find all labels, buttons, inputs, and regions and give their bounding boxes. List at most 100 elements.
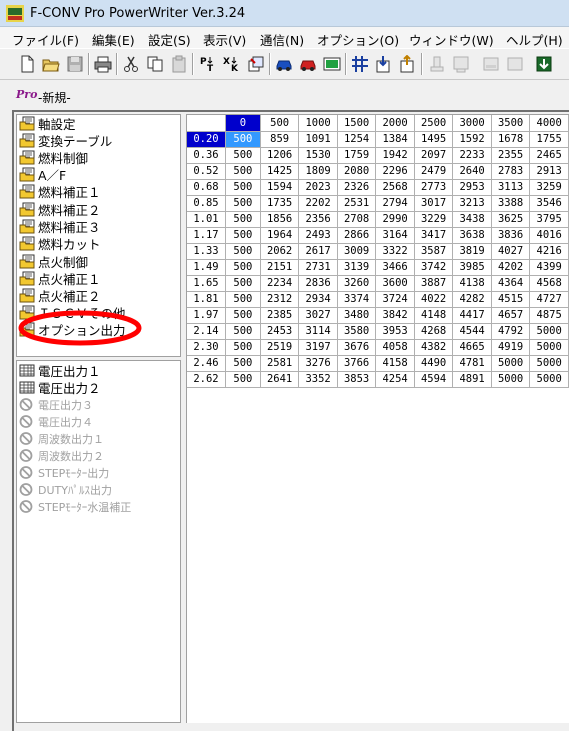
map-column-header[interactable]: 3000 <box>452 115 492 132</box>
map-row-header[interactable]: 2.46 <box>187 355 226 372</box>
map-cell[interactable]: 2990 <box>375 211 415 228</box>
map-cell[interactable]: 1678 <box>491 131 531 148</box>
map-cell[interactable]: 4254 <box>375 371 415 388</box>
map-cell[interactable]: 2453 <box>260 323 300 340</box>
map-cell[interactable]: 3322 <box>375 243 415 260</box>
map-cell[interactable]: 2731 <box>298 259 338 276</box>
map-cell[interactable]: 1942 <box>375 147 415 164</box>
download-icon[interactable] <box>533 53 555 75</box>
map-cell[interactable]: 3114 <box>298 323 338 340</box>
map-cell[interactable]: 3724 <box>375 291 415 308</box>
map-cell[interactable]: 3480 <box>337 307 377 324</box>
map-cell[interactable]: 4138 <box>452 275 492 292</box>
map-cell[interactable]: 2641 <box>260 371 300 388</box>
map-column-header[interactable]: 1500 <box>337 115 377 132</box>
map-row-header[interactable]: 1.97 <box>187 307 226 324</box>
map-cell[interactable]: 2866 <box>337 227 377 244</box>
map-cell[interactable]: 2062 <box>260 243 300 260</box>
map-cell[interactable]: 2568 <box>375 179 415 196</box>
map-cell[interactable]: 1495 <box>414 131 454 148</box>
open-folder-icon[interactable] <box>40 53 62 75</box>
map-cell[interactable]: 2356 <box>298 211 338 228</box>
menu-communication[interactable]: 通信(N) <box>260 30 304 49</box>
flash-write-icon[interactable] <box>373 53 395 75</box>
map-cell[interactable]: 2953 <box>452 179 492 196</box>
map-row-header[interactable]: 0.52 <box>187 163 226 180</box>
save-icon[interactable] <box>64 53 86 75</box>
map-cell[interactable]: 2479 <box>414 163 454 180</box>
car-red-icon[interactable] <box>297 53 319 75</box>
map-cell[interactable]: 2934 <box>298 291 338 308</box>
tree-item[interactable]: 点火補正１ <box>19 270 101 287</box>
map-cell[interactable]: 1592 <box>452 131 492 148</box>
map-cell[interactable]: 4515 <box>491 291 531 308</box>
map-cell[interactable]: 4268 <box>414 323 454 340</box>
map-cell[interactable]: 1594 <box>260 179 300 196</box>
menu-settings[interactable]: 設定(S) <box>148 30 191 49</box>
map-cell[interactable]: 4417 <box>452 307 492 324</box>
output-item[interactable]: 電圧出力２ <box>19 379 101 396</box>
map-cell[interactable]: 2355 <box>491 147 531 164</box>
map-cell[interactable]: 3842 <box>375 307 415 324</box>
tree-item[interactable]: 点火制御 <box>19 253 88 270</box>
map-cell[interactable]: 1206 <box>260 147 300 164</box>
map-cell[interactable]: 1856 <box>260 211 300 228</box>
transfer-icon[interactable] <box>245 53 267 75</box>
map-cell[interactable]: 3027 <box>298 307 338 324</box>
tree-item[interactable]: A／F <box>19 166 66 183</box>
map-cell[interactable]: 500 <box>225 227 261 244</box>
map-cell[interactable]: 500 <box>225 259 261 276</box>
map-cell[interactable]: 4158 <box>375 355 415 372</box>
map-cell[interactable]: 3819 <box>452 243 492 260</box>
map-cell[interactable]: 2097 <box>414 147 454 164</box>
map-cell[interactable]: 3546 <box>529 195 569 212</box>
map-cell[interactable]: 1384 <box>375 131 415 148</box>
map-cell[interactable]: 2233 <box>452 147 492 164</box>
map-cell[interactable]: 1964 <box>260 227 300 244</box>
map-cell[interactable]: 2465 <box>529 147 569 164</box>
map-cell[interactable]: 5000 <box>491 355 531 372</box>
map-cell[interactable]: 3259 <box>529 179 569 196</box>
xk-icon[interactable]: XK <box>221 53 243 75</box>
map-cell[interactable]: 5000 <box>491 371 531 388</box>
map-row-header[interactable]: 2.62 <box>187 371 226 388</box>
map-column-header[interactable]: 2500 <box>414 115 454 132</box>
map-cell[interactable]: 3374 <box>337 291 377 308</box>
map-cell[interactable]: 5000 <box>529 355 569 372</box>
map-cell[interactable]: 2202 <box>298 195 338 212</box>
map-column-header[interactable]: 1000 <box>298 115 338 132</box>
map-cell[interactable]: 2023 <box>298 179 338 196</box>
tree-item[interactable]: 燃料制御 <box>19 149 88 166</box>
menu-edit[interactable]: 編集(E) <box>92 30 135 49</box>
map-row-header[interactable]: 1.65 <box>187 275 226 292</box>
map-cell[interactable]: 2531 <box>337 195 377 212</box>
map-cell[interactable]: 500 <box>225 131 261 148</box>
map-cell[interactable]: 500 <box>225 339 261 356</box>
paste-icon[interactable] <box>168 53 190 75</box>
map-row-header[interactable]: 2.30 <box>187 339 226 356</box>
tree-item[interactable]: 変換テーブル <box>19 132 112 149</box>
map-cell[interactable]: 3276 <box>298 355 338 372</box>
monitor-icon[interactable] <box>321 53 343 75</box>
map-cell[interactable]: 4919 <box>491 339 531 356</box>
menu-view[interactable]: 表示(V) <box>203 30 246 49</box>
map-cell[interactable]: 3164 <box>375 227 415 244</box>
map-cell[interactable]: 500 <box>225 163 261 180</box>
map-cell[interactable]: 2326 <box>337 179 377 196</box>
tree-item[interactable]: 燃料補正２ <box>19 201 101 218</box>
map-cell[interactable]: 2312 <box>260 291 300 308</box>
map-row-header[interactable]: 1.01 <box>187 211 226 228</box>
tree-item[interactable]: 燃料補正１ <box>19 183 101 200</box>
map-row-header[interactable]: 0.68 <box>187 179 226 196</box>
map-cell[interactable]: 3625 <box>491 211 531 228</box>
map-cell[interactable]: 2234 <box>260 275 300 292</box>
map-cell[interactable]: 500 <box>225 179 261 196</box>
map-cell[interactable]: 5000 <box>529 371 569 388</box>
map-cell[interactable]: 3438 <box>452 211 492 228</box>
map-cell[interactable]: 4058 <box>375 339 415 356</box>
map-cell[interactable]: 2913 <box>529 163 569 180</box>
map-cell[interactable]: 4490 <box>414 355 454 372</box>
map-cell[interactable]: 3795 <box>529 211 569 228</box>
map-cell[interactable]: 4875 <box>529 307 569 324</box>
map-cell[interactable]: 4364 <box>491 275 531 292</box>
